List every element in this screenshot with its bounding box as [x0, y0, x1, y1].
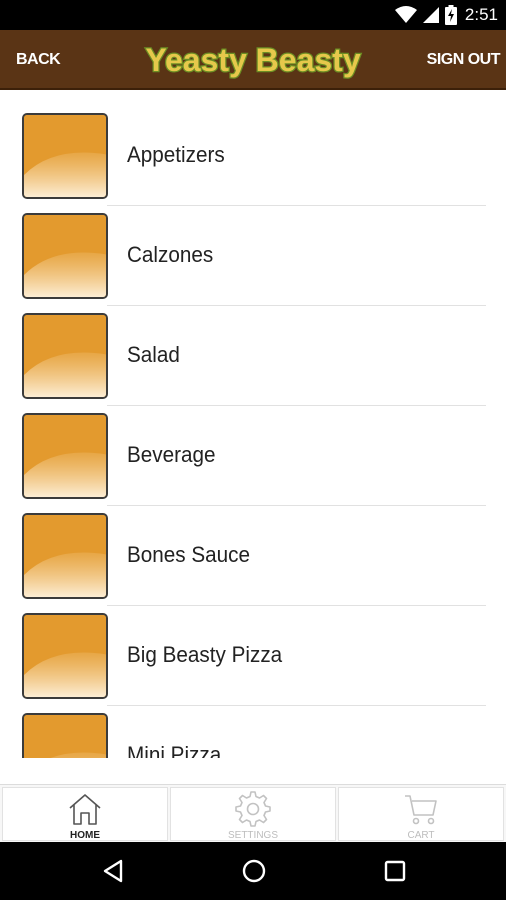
category-thumbnail [22, 213, 108, 299]
tab-label: CART [407, 830, 435, 841]
logo-text: Yeasty Beasty [145, 42, 360, 78]
tab-cart[interactable]: CART [338, 787, 504, 841]
category-label: Salad [127, 342, 180, 367]
category-thumbnail [22, 513, 108, 599]
list-item-beverage[interactable]: Beverage [0, 390, 506, 506]
category-thumbnail [22, 713, 108, 758]
signal-icon [422, 6, 439, 24]
system-nav-bar [0, 842, 506, 900]
recents-square-icon[interactable] [380, 856, 410, 886]
home-circle-icon[interactable] [239, 856, 269, 886]
status-bar: 2:51 [0, 0, 506, 30]
back-triangle-icon[interactable] [99, 856, 129, 886]
gear-icon [235, 791, 271, 832]
category-label: Calzones [127, 242, 214, 267]
category-label: Mini Pizza [127, 742, 222, 758]
category-label: Beverage [127, 442, 216, 467]
category-label: Bones Sauce [127, 542, 251, 567]
wifi-icon [394, 6, 417, 24]
list-item-salad[interactable]: Salad [0, 290, 506, 406]
category-thumbnail [22, 413, 108, 499]
list-item-bones-sauce[interactable]: Bones Sauce [0, 490, 506, 606]
category-thumbnail [22, 113, 108, 199]
tab-settings[interactable]: SETTINGS [170, 787, 336, 841]
back-button[interactable]: BACK [16, 30, 61, 90]
tab-label: HOME [70, 830, 100, 841]
home-icon [67, 791, 103, 832]
category-label: Appetizers [127, 142, 225, 167]
tab-label: SETTINGS [227, 830, 278, 841]
app-header: BACK Yeasty Beasty SIGN OUT [0, 30, 506, 90]
sign-out-button[interactable]: SIGN OUT [427, 30, 501, 90]
status-icons: 2:51 [394, 0, 498, 30]
menu-category-list[interactable]: Appetizers Calzones Salad Beverage Bones… [0, 90, 506, 758]
list-item-appetizers[interactable]: Appetizers [0, 90, 506, 206]
list-item-mini-pizza[interactable]: Mini Pizza [0, 690, 506, 758]
battery-charging-icon [444, 5, 457, 25]
yeasty-beasty-logo: Yeasty Beasty [144, 41, 362, 80]
app-screen: 2:51 BACK Yeasty Beasty SIGN OUT Appetiz… [0, 0, 506, 900]
bottom-tab-bar: HOME SETTINGS CART [0, 784, 506, 842]
cart-icon [403, 791, 439, 832]
category-label: Big Beasty Pizza [127, 642, 283, 667]
list-item-big-beasty-pizza[interactable]: Big Beasty Pizza [0, 590, 506, 706]
list-item-calzones[interactable]: Calzones [0, 190, 506, 306]
category-thumbnail [22, 613, 108, 699]
tab-home[interactable]: HOME [2, 787, 168, 841]
category-thumbnail [22, 313, 108, 399]
status-time: 2:51 [464, 5, 498, 24]
